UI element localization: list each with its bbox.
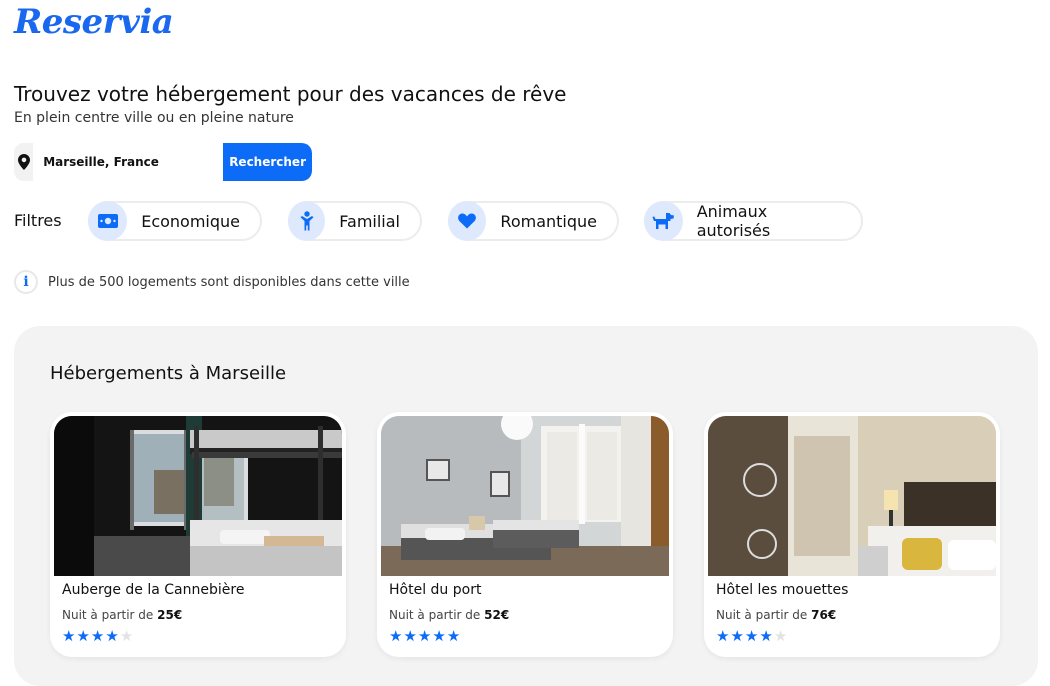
page-title: Trouvez votre hébergement pour des vacan…: [14, 82, 567, 106]
filter-label: Romantique: [500, 211, 597, 231]
star-icon: ★: [403, 627, 417, 645]
child-icon: [288, 201, 326, 241]
listing-name: Hôtel les mouettes: [716, 582, 849, 598]
listing-card[interactable]: Hôtel les mouettes Nuit à partir de 76€ …: [704, 412, 1000, 657]
star-icon: ★: [105, 627, 119, 645]
listing-price: Nuit à partir de 25€: [62, 608, 183, 622]
filter-label: Animaux autorisés: [696, 202, 771, 240]
dog-icon: [644, 201, 683, 241]
star-icon: ★: [417, 627, 432, 645]
listing-name: Hôtel du port: [389, 582, 482, 598]
search-button[interactable]: Rechercher: [223, 143, 312, 181]
star-icon: ★: [432, 627, 446, 645]
availability-info: i Plus de 500 logements sont disponibles…: [14, 270, 410, 294]
search-bar: Rechercher: [14, 143, 312, 181]
filter-animaux-autorises[interactable]: Animaux autorisés: [644, 201, 863, 241]
filter-familial[interactable]: Familial: [288, 201, 422, 241]
star-icon: ★: [76, 627, 90, 645]
star-icon: ★: [759, 627, 773, 645]
money-icon: [88, 201, 128, 241]
info-icon: i: [14, 270, 38, 294]
listing-card[interactable]: Hôtel du port Nuit à partir de 52€ ★ ★ ★ ★ ★: [377, 412, 673, 657]
rating-stars: ★ ★ ★ ★ ★: [389, 627, 461, 645]
filters-label: Filtres: [14, 211, 62, 230]
filter-label: Economique: [141, 211, 240, 231]
listings-title: Hébergements à Marseille: [50, 363, 287, 384]
star-icon: ★: [716, 627, 730, 645]
listings-section: Hébergements à Marseille Auberge de la C…: [14, 326, 1038, 686]
star-icon: ★: [90, 627, 105, 645]
star-icon: ★: [62, 627, 76, 645]
listing-photo: [381, 416, 669, 576]
filter-economique[interactable]: Economique: [88, 201, 262, 241]
availability-text: Plus de 500 logements sont disponibles d…: [48, 274, 410, 290]
page-subtitle: En plein centre ville ou en pleine natur…: [14, 110, 294, 126]
star-icon: ★: [389, 627, 403, 645]
listing-photo: [708, 416, 996, 576]
listing-name: Auberge de la Cannebière: [62, 582, 245, 598]
listing-price: Nuit à partir de 52€: [389, 608, 510, 622]
listing-price: Nuit à partir de 76€: [716, 608, 837, 622]
star-icon: ★: [446, 627, 461, 645]
star-icon: ★: [119, 627, 134, 645]
filter-romantique[interactable]: Romantique: [448, 201, 619, 241]
reservia-logo[interactable]: Reservia: [14, 2, 174, 42]
listing-card[interactable]: Auberge de la Cannebière Nuit à partir d…: [50, 412, 346, 657]
star-icon: ★: [744, 627, 759, 645]
location-pin-icon: [14, 143, 34, 181]
rating-stars: ★ ★ ★ ★ ★: [716, 627, 788, 645]
listing-photo: [54, 416, 342, 576]
heart-icon: [448, 201, 487, 241]
search-input[interactable]: [33, 143, 224, 181]
star-icon: ★: [773, 627, 788, 645]
filter-label: Familial: [339, 211, 400, 231]
star-icon: ★: [730, 627, 744, 645]
rating-stars: ★ ★ ★ ★ ★: [62, 627, 134, 645]
